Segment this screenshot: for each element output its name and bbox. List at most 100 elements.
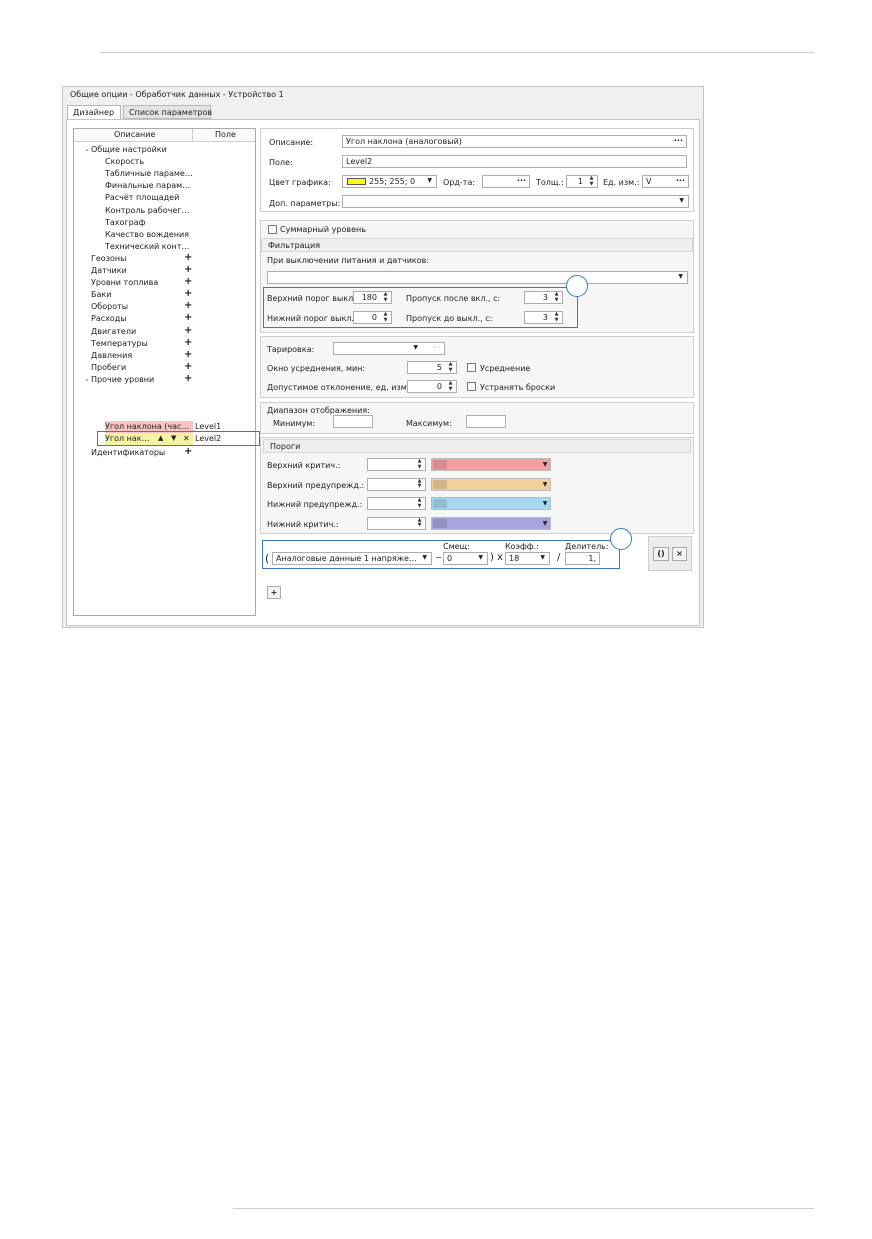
averaging-checkbox[interactable]	[467, 363, 476, 372]
chart-color-picker[interactable]: 255; 255; 0 ▼	[342, 175, 437, 188]
description-value: Угол наклона (аналоговый)	[346, 137, 462, 146]
deviation-input[interactable]: 0 ▲ ▼	[407, 380, 457, 393]
lower-off-input[interactable]: 0 ▲ ▼	[353, 311, 392, 324]
spin-icon[interactable]: ▲ ▼	[416, 518, 423, 529]
threshold-color-picker[interactable]: ▼	[431, 477, 551, 491]
spin-icon[interactable]: ▲ ▼	[447, 381, 454, 392]
ellipsis-icon[interactable]: ···	[517, 176, 526, 185]
tab-designer[interactable]: Дизайнер	[67, 105, 121, 120]
calibration-select[interactable]: ▼ ···	[333, 342, 445, 355]
tree-item[interactable]: Расходы +	[91, 312, 254, 325]
ellipsis-icon[interactable]: ···	[674, 136, 683, 145]
add-icon[interactable]: +	[184, 361, 192, 372]
tab-parameter-list[interactable]: Список параметров	[123, 105, 212, 119]
ellipsis-icon[interactable]: ···	[676, 176, 685, 185]
sum-level-checkbox[interactable]	[268, 225, 277, 234]
tree-item[interactable]: Двигатели +	[91, 325, 254, 338]
unit-input[interactable]: V ···	[642, 175, 689, 188]
spin-icon[interactable]: ▲ ▼	[416, 459, 423, 470]
chevron-down-icon: ▼	[542, 480, 548, 488]
add-icon[interactable]: +	[184, 264, 192, 275]
tree-item[interactable]: Уровни топлива +	[91, 276, 254, 289]
tree-item[interactable]: Табличные параме…	[105, 168, 254, 180]
move-up-icon[interactable]: ▲	[158, 434, 163, 442]
thickness-input[interactable]: 1 ▲ ▼	[566, 175, 598, 188]
ellipsis-icon[interactable]: ···	[433, 343, 441, 352]
coef-select[interactable]: 18 ▼	[505, 552, 550, 565]
tree-item[interactable]: ⌄ Прочие уровни +	[84, 373, 254, 386]
expand-chevron-icon[interactable]: ⌄	[84, 375, 90, 383]
add-icon[interactable]: +	[184, 312, 192, 323]
add-icon[interactable]: +	[184, 373, 192, 384]
formula-row: ( Аналоговые данные 1 напряже… ▼ − Смещ:…	[265, 542, 615, 568]
description-input[interactable]: Угол наклона (аналоговый) ···	[342, 135, 687, 148]
spin-icon[interactable]: ▲ ▼	[416, 479, 423, 490]
skip-after-on-input[interactable]: 3 ▲ ▼	[524, 291, 563, 304]
threshold-color-picker[interactable]: ▼	[431, 458, 551, 471]
tree-item[interactable]: Пробеги +	[91, 361, 254, 374]
add-icon[interactable]: +	[184, 252, 192, 263]
spin-icon[interactable]: ▲ ▼	[382, 292, 389, 303]
remove-formula-button[interactable]: ×	[672, 547, 687, 561]
tree-item[interactable]: Обороты +	[91, 300, 254, 313]
threshold-color-picker[interactable]: ▼	[431, 497, 551, 510]
extra-params-select[interactable]: ▼	[342, 195, 689, 208]
spin-icon[interactable]: ▲ ▼	[416, 498, 423, 509]
source-select[interactable]: Аналоговые данные 1 напряже… ▼	[272, 552, 432, 565]
add-icon[interactable]: +	[184, 288, 192, 299]
power-off-select[interactable]: ▼	[267, 271, 688, 284]
threshold-input[interactable]: ▲ ▼	[367, 477, 426, 491]
tree-item[interactable]: Скорость	[105, 156, 254, 168]
min-input[interactable]	[333, 415, 373, 428]
add-icon[interactable]: +	[184, 446, 192, 457]
column-description[interactable]: Описание	[114, 130, 155, 139]
spin-icon[interactable]: ▲ ▼	[382, 312, 389, 323]
parameter-tree[interactable]: Описание Поле ⌄ Общие настройки Скорость Та…	[73, 128, 260, 616]
tree-item[interactable]: Расчёт площадей	[105, 192, 254, 204]
tree-item[interactable]: Баки +	[91, 288, 254, 301]
ordinate-input[interactable]: ···	[482, 175, 530, 188]
tree-item[interactable]: Качество вождения	[105, 229, 254, 241]
add-icon[interactable]: +	[184, 300, 192, 311]
tree-item[interactable]: Технический конт…	[105, 241, 254, 253]
tree-item[interactable]: Датчики +	[91, 264, 254, 277]
tree-item-label: Расходы	[91, 314, 127, 324]
upper-off-input[interactable]: 180 ▲ ▼	[353, 291, 392, 304]
tree-item[interactable]: Температуры +	[91, 337, 254, 350]
threshold-input[interactable]: ▲ ▼	[367, 458, 426, 471]
column-field[interactable]: Поле	[215, 130, 236, 139]
add-formula-button[interactable]: +	[267, 586, 281, 599]
field-input[interactable]: Level2	[342, 155, 687, 168]
tree-item[interactable]: Давления +	[91, 349, 254, 362]
tree-item-identifiers[interactable]: Идентификаторы +	[91, 446, 251, 459]
skip-before-off-input[interactable]: 3 ▲ ▼	[524, 311, 563, 324]
remove-spikes-checkbox[interactable]	[467, 382, 476, 391]
source-value: Аналоговые данные 1 напряже…	[276, 554, 417, 563]
spin-icon[interactable]: ▲ ▼	[447, 362, 454, 373]
divisor-input[interactable]: 1,	[565, 552, 600, 565]
tree-item-label: Общие настройки	[91, 145, 167, 154]
spin-icon[interactable]: ▲ ▼	[553, 292, 560, 303]
spin-icon[interactable]: ▲ ▼	[588, 176, 595, 187]
threshold-input[interactable]: ▲ ▼	[367, 497, 426, 510]
add-icon[interactable]: +	[184, 349, 192, 360]
max-input[interactable]	[466, 415, 506, 428]
tree-item[interactable]: Финальные парам…	[105, 180, 254, 192]
avg-window-input[interactable]: 5 ▲ ▼	[407, 361, 457, 374]
move-down-icon[interactable]: ▼	[171, 434, 176, 442]
threshold-color-picker[interactable]: ▼	[431, 516, 551, 530]
tree-item[interactable]: Геозоны +	[91, 252, 254, 265]
expand-chevron-icon[interactable]: ⌄	[84, 145, 90, 153]
delete-icon[interactable]: ✕	[183, 434, 190, 443]
add-icon[interactable]: +	[184, 325, 192, 336]
tree-item-tilt-2[interactable]: Угол нак… ▲ ▼ ✕ Level2	[105, 433, 255, 445]
tree-item[interactable]: Контроль рабочег…	[105, 205, 254, 217]
tree-item[interactable]: Тахограф	[105, 217, 254, 229]
add-icon[interactable]: +	[184, 276, 192, 287]
add-icon[interactable]: +	[184, 337, 192, 348]
offset-select[interactable]: 0 ▼	[443, 552, 488, 565]
tree-item[interactable]: ⌄ Общие настройки	[84, 144, 254, 156]
threshold-input[interactable]: ▲ ▼	[367, 516, 426, 530]
parentheses-button[interactable]: ()	[653, 547, 669, 561]
spin-icon[interactable]: ▲ ▼	[553, 312, 560, 323]
